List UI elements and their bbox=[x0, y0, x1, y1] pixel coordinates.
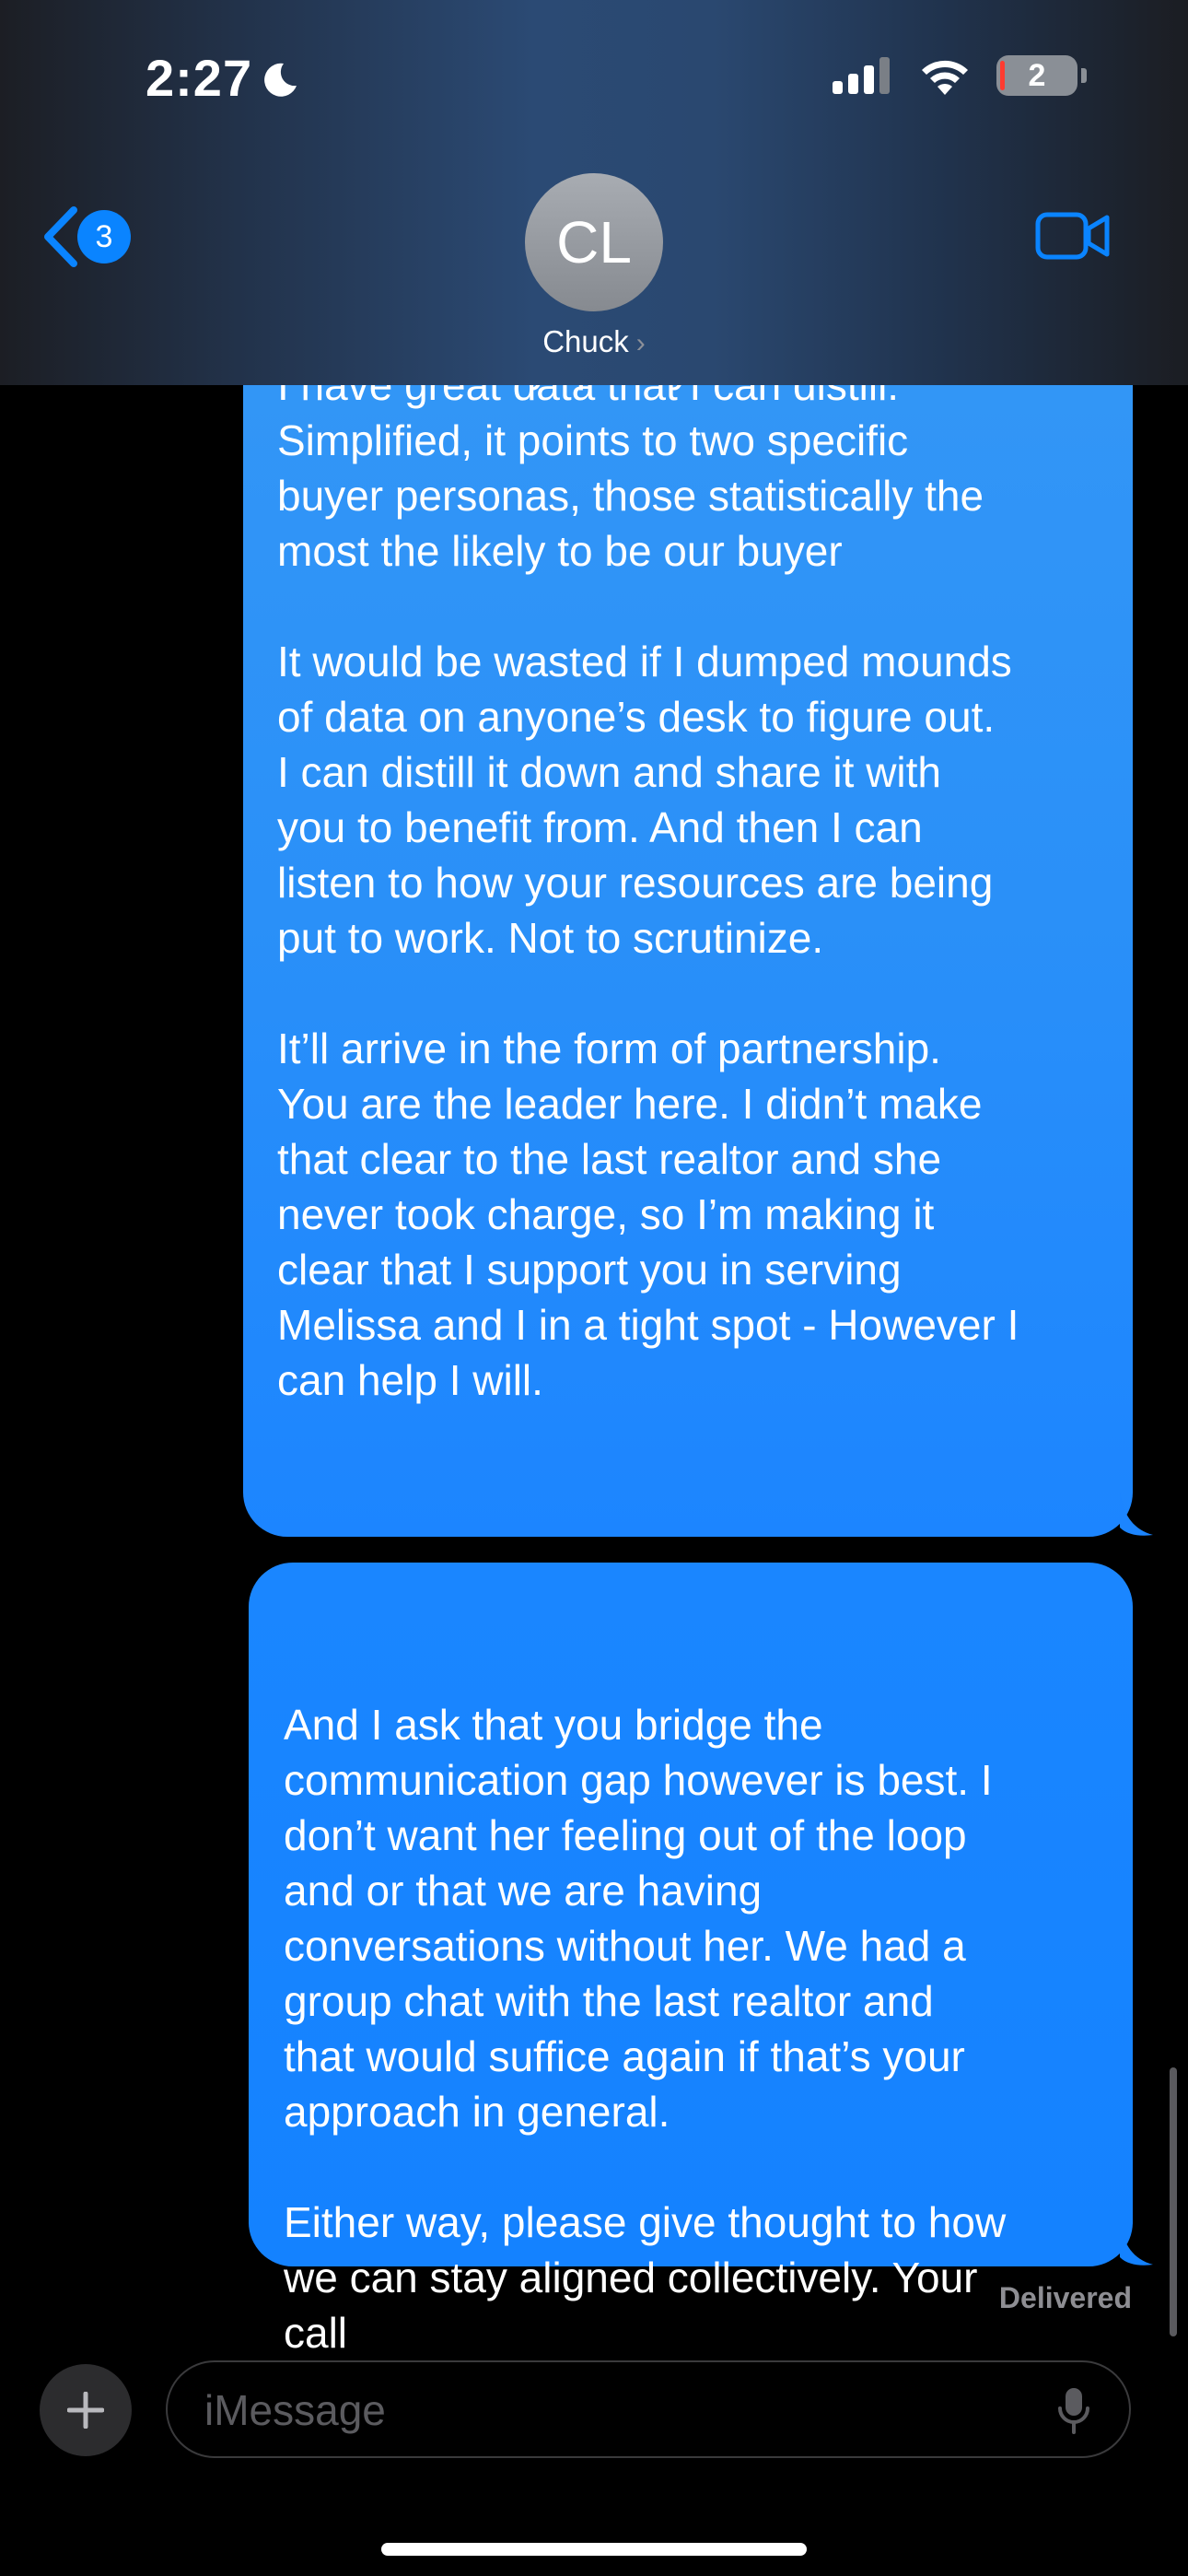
scrollbar[interactable] bbox=[1170, 2067, 1177, 2336]
plus-icon bbox=[67, 2392, 104, 2429]
message-text: And I ask that you bridge the communicat… bbox=[284, 1701, 1007, 2357]
contact-avatar[interactable]: CL bbox=[525, 173, 663, 311]
battery-nub bbox=[1081, 68, 1087, 83]
chevron-left-icon bbox=[44, 206, 77, 267]
bubble-tail bbox=[1120, 2222, 1153, 2266]
bubble-tail bbox=[1120, 1493, 1153, 1536]
status-icons: 2 bbox=[833, 55, 1087, 96]
delivered-status: Delivered bbox=[998, 2281, 1132, 2314]
chevron-right-icon: › bbox=[635, 328, 646, 358]
message-input-container[interactable] bbox=[166, 2360, 1131, 2458]
contact-name: Chuck bbox=[542, 324, 629, 358]
conversation-header: 2:27 2 3 CL Chuck › bbox=[0, 0, 1188, 385]
battery-indicator: 2 bbox=[996, 55, 1087, 96]
unread-count-badge: 3 bbox=[77, 210, 131, 263]
clock-text: 2:27 bbox=[146, 49, 253, 107]
contact-name-button[interactable]: Chuck › bbox=[0, 324, 1188, 359]
messages-screen: defensive very quickly. I have great dat… bbox=[0, 0, 1188, 2576]
moon-icon bbox=[264, 63, 297, 97]
cellular-signal-icon bbox=[833, 57, 890, 94]
home-indicator[interactable] bbox=[381, 2543, 807, 2556]
message-input[interactable] bbox=[203, 2362, 1017, 2458]
back-button[interactable]: 3 bbox=[41, 205, 131, 269]
microphone-icon[interactable] bbox=[1057, 2386, 1090, 2436]
message-text: I have great data that I can distill. Si… bbox=[277, 361, 1019, 1404]
video-call-icon[interactable] bbox=[1035, 210, 1111, 262]
battery-level: 2 bbox=[996, 55, 1077, 96]
apps-plus-button[interactable] bbox=[40, 2364, 132, 2456]
message-bubble-sent[interactable]: And I ask that you bridge the communicat… bbox=[249, 1563, 1133, 2357]
message-bubble-sent[interactable]: defensive very quickly. I have great dat… bbox=[243, 276, 1133, 1537]
wifi-icon bbox=[922, 60, 968, 95]
status-bar-time: 2:27 bbox=[146, 48, 300, 108]
